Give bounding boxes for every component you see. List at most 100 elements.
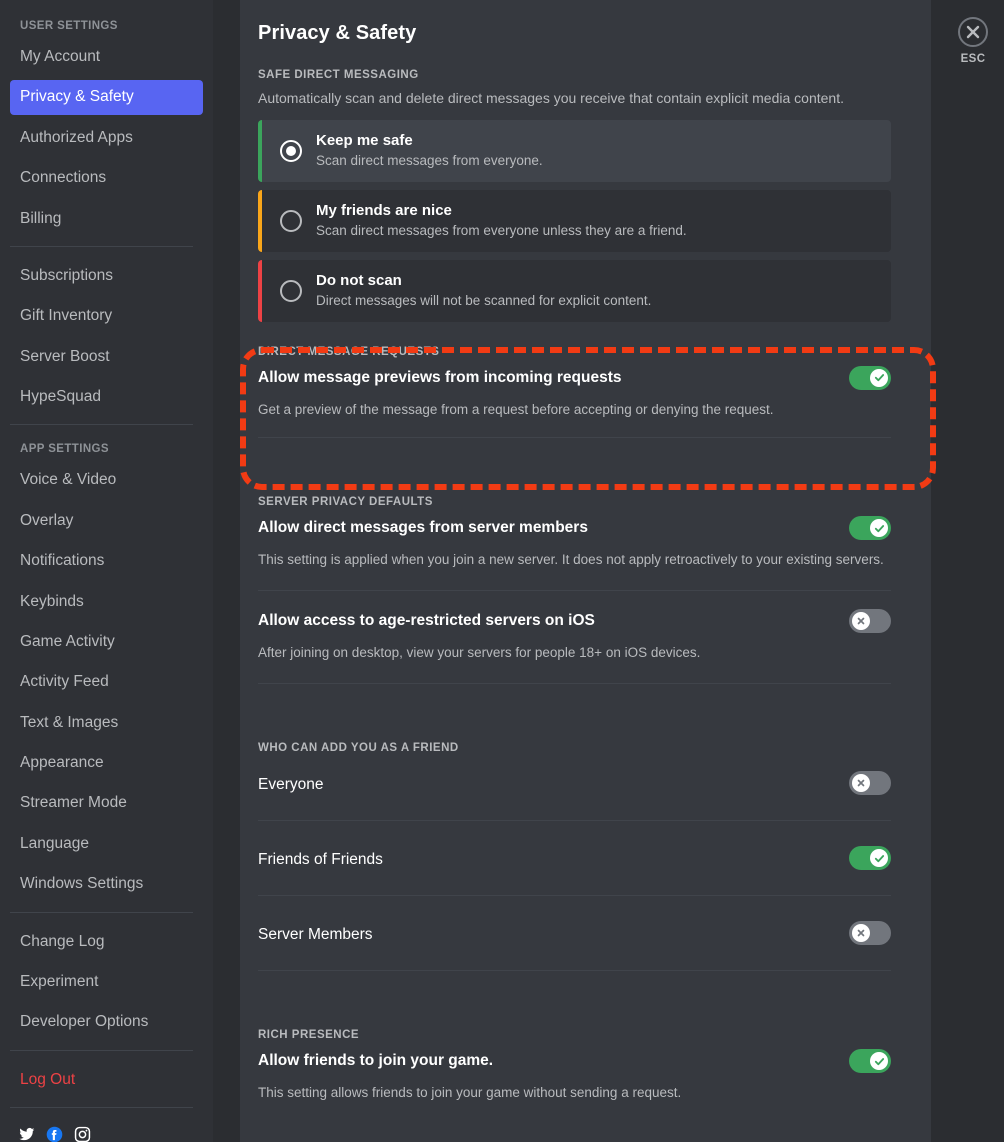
section-heading-safe-direct-messaging: SAFE DIRECT MESSAGING: [258, 69, 419, 81]
safe-dm-option-subtitle: Scan direct messages from everyone unles…: [316, 222, 687, 238]
toggle-check-icon: [870, 519, 888, 538]
server-privacy-toggle-allow-access-to-age-restricted-servers-on-ios[interactable]: [849, 609, 891, 634]
rich-presence-description: This setting allows friends to join your…: [258, 1085, 682, 1101]
section-heading-server-privacy-defaults: SERVER PRIVACY DEFAULTS: [258, 496, 433, 509]
sidebar-item-log-out[interactable]: Log Out: [10, 1063, 203, 1097]
settings-sidebar: USER SETTINGS My Account Privacy & Safety A…: [0, 0, 213, 1142]
content-wrapper: Privacy & Safety SAFE DIRECT MESSAGING A…: [240, 0, 1004, 1142]
server-privacy-description: This setting is applied when you join a …: [258, 552, 884, 568]
rich-presence-label: Allow friends to join your game.: [258, 1052, 494, 1070]
who-can-add-toggle-everyone[interactable]: [849, 771, 891, 796]
dm-requests-label: Allow message previews from incoming req…: [258, 368, 622, 386]
sidebar-item-overlay[interactable]: Overlay: [10, 504, 203, 538]
sidebar-divider: [10, 1107, 193, 1108]
sidebar-divider: [10, 245, 193, 247]
twitter-icon[interactable]: [18, 1126, 35, 1142]
toggle-cross-icon: [852, 612, 870, 631]
server-privacy-description: After joining on desktop, view your serv…: [258, 645, 701, 661]
sidebar-item-change-log[interactable]: Change Log: [10, 925, 203, 959]
dm-requests-row: Allow message previews from incoming req…: [258, 365, 891, 390]
sidebar-item-gift-inventory[interactable]: Gift Inventory: [10, 299, 203, 333]
dm-requests-description: Get a preview of the message from a requ…: [258, 401, 774, 417]
sidebar-group-header-user-settings: USER SETTINGS: [20, 20, 118, 32]
sidebar-item-keybinds[interactable]: Keybinds: [10, 585, 203, 619]
divider: [258, 895, 891, 897]
safe-dm-option-keep-me-safe[interactable]: Keep me safe Scan direct messages from ev…: [258, 119, 891, 182]
toggle-check-icon: [870, 1052, 888, 1071]
instagram-icon[interactable]: [74, 1126, 91, 1142]
safe-dm-option-subtitle: Direct messages will not be scanned for …: [316, 292, 652, 308]
who-can-add-row: Friends of Friends: [258, 843, 891, 873]
toggle-check-icon: [870, 849, 888, 868]
sidebar-item-hypesquad[interactable]: HypeSquad: [10, 380, 203, 414]
server-privacy-row: Allow access to age-restricted servers o…: [258, 609, 891, 634]
sidebar-item-server-boost[interactable]: Server Boost: [10, 340, 203, 374]
sidebar-item-activity-feed[interactable]: Activity Feed: [10, 665, 203, 699]
safe-dm-option-title: Do not scan: [316, 271, 402, 289]
sidebar-group-header-app-settings: APP SETTINGS: [20, 443, 109, 456]
who-can-add-toggle-server-members[interactable]: [849, 921, 891, 946]
sidebar-inner: USER SETTINGS My Account Privacy & Safety A…: [0, 0, 213, 1142]
safe-dm-option-my-friends-are-nice[interactable]: My friends are nice Scan direct messages …: [258, 189, 891, 252]
toggle-cross-icon: [852, 774, 870, 793]
settings-content: Privacy & Safety SAFE DIRECT MESSAGING A…: [240, 0, 931, 1142]
sidebar-item-privacy-and-safety[interactable]: Privacy & Safety: [10, 80, 203, 115]
sidebar-divider: [10, 1049, 193, 1051]
rich-presence-row: Allow friends to join your game.: [258, 1049, 891, 1074]
who-can-add-label: Friends of Friends: [258, 850, 383, 868]
safe-dm-option-do-not-scan[interactable]: Do not scan Direct messages will not be s…: [258, 259, 891, 322]
section-heading-who-can-add-you-as-a-friend: WHO CAN ADD YOU AS A FRIEND: [258, 742, 459, 755]
close-icon: [958, 17, 988, 47]
divider: [258, 590, 891, 592]
sidebar-item-connections[interactable]: Connections: [10, 161, 203, 195]
safe-dm-radio-group: Keep me safe Scan direct messages from ev…: [258, 119, 891, 322]
sidebar-item-text-and-images[interactable]: Text & Images: [10, 706, 203, 740]
close-esc-button[interactable]: ESC: [951, 17, 995, 65]
sidebar-item-experiment[interactable]: Experiment: [10, 965, 203, 999]
section-heading-direct-message-requests: DIRECT MESSAGE REQUESTS: [258, 345, 440, 358]
radio-icon: [280, 209, 302, 232]
sidebar-item-authorized-apps[interactable]: Authorized Apps: [10, 121, 203, 155]
facebook-icon[interactable]: [46, 1126, 63, 1142]
sidebar-social-links: [18, 1120, 203, 1142]
sidebar-item-language[interactable]: Language: [10, 827, 203, 861]
sidebar-item-voice-and-video[interactable]: Voice & Video: [10, 463, 203, 497]
settings-window: USER SETTINGS My Account Privacy & Safety A…: [0, 0, 1004, 1142]
sidebar-item-my-account[interactable]: My Account: [10, 40, 203, 74]
who-can-add-row: Server Members: [258, 918, 891, 948]
sidebar-item-billing[interactable]: Billing: [10, 202, 203, 236]
radio-icon: [280, 139, 302, 162]
server-privacy-row: Allow direct messages from server member…: [258, 516, 891, 541]
sidebar-item-developer-options[interactable]: Developer Options: [10, 1005, 203, 1039]
sidebar-item-windows-settings[interactable]: Windows Settings: [10, 867, 203, 901]
sidebar-divider: [10, 911, 193, 913]
right-gutter: [931, 0, 1004, 1142]
server-privacy-toggle-allow-direct-messages-from-server-members[interactable]: [849, 516, 891, 541]
who-can-add-toggle-friends-of-friends[interactable]: [849, 846, 891, 871]
who-can-add-row: Everyone: [258, 768, 891, 798]
server-privacy-label: Allow direct messages from server member…: [258, 519, 588, 537]
sidebar-item-subscriptions[interactable]: Subscriptions: [10, 259, 203, 293]
toggle-cross-icon: [852, 924, 870, 943]
who-can-add-label: Server Members: [258, 925, 373, 943]
sidebar-item-notifications[interactable]: Notifications: [10, 544, 203, 578]
sidebar-item-game-activity[interactable]: Game Activity: [10, 625, 203, 659]
server-privacy-rows: Allow direct messages from server member…: [258, 516, 891, 685]
sidebar-item-appearance[interactable]: Appearance: [10, 746, 203, 780]
close-esc-label: ESC: [960, 53, 986, 65]
server-privacy-label: Allow access to age-restricted servers o…: [258, 612, 595, 630]
rich-presence-toggle[interactable]: [849, 1049, 891, 1074]
who-can-add-label: Everyone: [258, 775, 324, 793]
safe-dm-option-subtitle: Scan direct messages from everyone.: [316, 152, 543, 168]
sidebar-item-streamer-mode[interactable]: Streamer Mode: [10, 786, 203, 820]
safe-dm-description: Automatically scan and delete direct mes…: [258, 90, 844, 106]
page-title: Privacy & Safety: [258, 22, 417, 44]
safe-dm-option-title: My friends are nice: [316, 201, 452, 219]
safe-dm-option-title: Keep me safe: [316, 131, 413, 149]
section-heading-rich-presence: RICH PRESENCE: [258, 1029, 360, 1042]
toggle-check-icon: [870, 368, 888, 387]
who-can-add-rows: Everyone Friends of Friends Server Members: [258, 768, 891, 972]
radio-icon: [280, 279, 302, 302]
dm-requests-toggle[interactable]: [849, 365, 891, 390]
sidebar-content-gap: [213, 0, 240, 1142]
